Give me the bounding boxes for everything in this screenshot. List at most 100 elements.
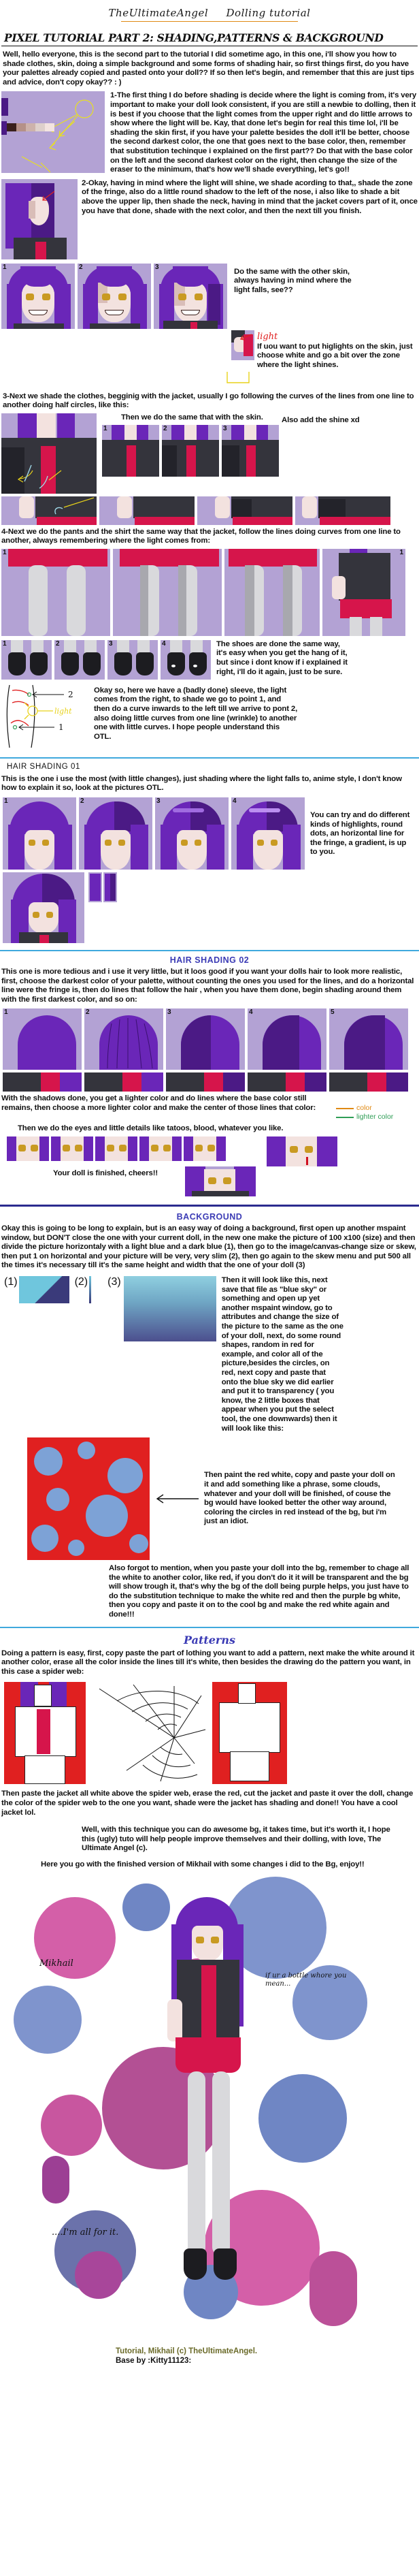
tagline-text: ....I'm all for it. (52, 2227, 119, 2238)
hair2-step-5: 5 (329, 1008, 408, 1070)
jacket-detail-4 (248, 1072, 326, 1092)
hair-variant-b (103, 872, 117, 903)
doll-finished-sprite (185, 1166, 256, 1197)
light-label: light (257, 331, 278, 342)
sprite-number: 3 (155, 263, 159, 271)
intro-paragraph: Well, hello everyone, this is the second… (3, 50, 414, 86)
bg-blob (42, 2155, 69, 2204)
hair2-details-text: Then we do the eyes and little details l… (18, 1124, 284, 1133)
patterns-after-text: Then paste the jacket all white above th… (1, 1790, 414, 1817)
sprite-number: 2 (86, 1008, 90, 1017)
face-step-1: 1 (1, 263, 75, 329)
bg-step3-swatch (123, 1276, 216, 1341)
step3-paragraph: 3-Next we shade the clothes, begginig wi… (3, 392, 414, 410)
skirt-step-c (295, 496, 390, 525)
doll-hair1-full (3, 872, 84, 944)
hair2-step-4: 4 (248, 1008, 326, 1070)
svg-text:2: 2 (68, 690, 73, 699)
sprite-number: 2 (56, 639, 60, 648)
skin-palette (7, 123, 54, 132)
credits-block: Tutorial, Mikhail (c) TheUltimateAngel. … (116, 2347, 419, 2372)
hand-highlight-sprite (231, 330, 254, 360)
yellow-bracket-icon (227, 371, 250, 383)
sprite-number: 1 (4, 1008, 8, 1017)
final-artwork: Mikhail if ur a bottle whore you mean...… (0, 1869, 419, 2347)
torso-step-1: 1 (102, 425, 159, 477)
pattern-jacket-white (212, 1682, 287, 1785)
sprite-number: 2 (163, 425, 167, 433)
site-title: TheUltimateAngel Dolling tutorial (0, 0, 419, 22)
bg-blob (14, 1985, 82, 2054)
eyes-step-5 (184, 1136, 226, 1162)
background-last-text: Also forgot to mention, when you paste y… (109, 1564, 409, 1619)
skirt-closeup-sprite (1, 496, 97, 525)
divider-blue-2 (0, 950, 419, 952)
tutorial-page: TheUltimateAngel Dolling tutorial PIXEL … (0, 0, 419, 2372)
hair1-step-4: 4 (231, 797, 305, 870)
curve-arrows-icon (17, 464, 62, 489)
hair1-step-2: 2 (79, 797, 152, 870)
note-shine: Also add the shine xd (282, 415, 360, 424)
left-arrow-icon (156, 1494, 199, 1504)
shoes-step-1: 1 (1, 639, 52, 680)
bg-blob (258, 2073, 347, 2163)
doll-blood-detail (267, 1136, 337, 1167)
hair2-finish-text: Your doll is finished, cheers!! (53, 1169, 158, 1178)
shoes-step-2: 2 (54, 639, 105, 680)
shoes-step-4: 4 (161, 639, 211, 680)
background-side-text: Then it will look like this, next save t… (221, 1276, 343, 1433)
sprite-number: 1 (3, 263, 7, 271)
divider-blue-3 (0, 1626, 419, 1628)
skirt-step-a (99, 496, 195, 525)
note-sleeve: Okay so, here we have a (badly done) sle… (94, 686, 298, 741)
divider-blue-1 (0, 757, 419, 759)
background-after-text: Then paint the red white, copy and paste… (204, 1471, 395, 1526)
sprite-number: 2 (79, 263, 83, 271)
sprite-number: 1 (3, 639, 7, 648)
sprite-number: 3 (156, 797, 161, 806)
hair2-step-2: 2 (84, 1008, 163, 1070)
hair1-step-3: 3 (155, 797, 229, 870)
patterns-heading: Patterns (184, 1633, 235, 1647)
jacket-detail-1 (3, 1072, 82, 1092)
bg-label-1: (1) (4, 1276, 18, 1288)
hair-shading-1-heading: HAIR SHADING 01 (7, 762, 81, 771)
page-title: PIXEL TUTORIAL PART 2: SHADING,PATTERNS … (1, 22, 418, 46)
step4-paragraph: 4-Next we do the pants and the shirt the… (1, 527, 401, 545)
note-same-skin: Then we do the same that with the skin. (121, 413, 263, 422)
eyes-step-3 (95, 1136, 137, 1162)
teal-curve-icon (54, 497, 95, 514)
pattern-jacket-sample (4, 1682, 86, 1785)
sprite-number: 5 (331, 1008, 335, 1017)
color-legend: color lighter color (336, 1104, 393, 1122)
sleeve-diagram: 2 1 light (1, 682, 90, 750)
sprite-number: 1 (103, 425, 107, 433)
patterns-body: Doing a pattern is easy, first, copy pas… (1, 1649, 415, 1676)
author-name: TheUltimateAngel (108, 7, 209, 19)
legs-step-3 (224, 548, 320, 636)
note-other-skin: Do the same with the other skin, always … (234, 267, 352, 294)
credit-line-1: Tutorial, Mikhail (c) TheUltimateAngel. (116, 2347, 258, 2355)
final-character (156, 1896, 258, 2306)
hair-shading-2-heading: HAIR SHADING 02 (169, 955, 250, 966)
bg-blob (41, 2094, 102, 2156)
sprite-number: 1 (3, 548, 7, 556)
speech-bubble-text: if ur a bottle whore you mean... (265, 1971, 347, 1988)
eyes-step-2 (51, 1136, 93, 1162)
torso-step-2: 2 (162, 425, 219, 477)
hair-shading-1-body: This is the one i use the most (with lit… (1, 774, 402, 793)
face-step-2: 2 (78, 263, 151, 329)
step2-paragraph: 2-Okay, having in mind where the light w… (82, 178, 418, 215)
bg-step2-swatch (89, 1276, 92, 1303)
sprite-number: 4 (162, 639, 166, 648)
hair-strand-lines-icon (107, 1018, 153, 1069)
background-heading: BACKGROUND (176, 1212, 243, 1222)
sprite-number: 4 (233, 797, 237, 806)
red-circles-bg (27, 1437, 150, 1561)
bg-blob (309, 2251, 357, 2326)
hair2-step-1: 1 (3, 1008, 82, 1070)
bg-blob (75, 2251, 122, 2299)
svg-text:light: light (54, 707, 72, 716)
note-shoes: The shoes are done the same way, it's ea… (216, 639, 348, 676)
doll-shading-sprite (1, 178, 78, 259)
